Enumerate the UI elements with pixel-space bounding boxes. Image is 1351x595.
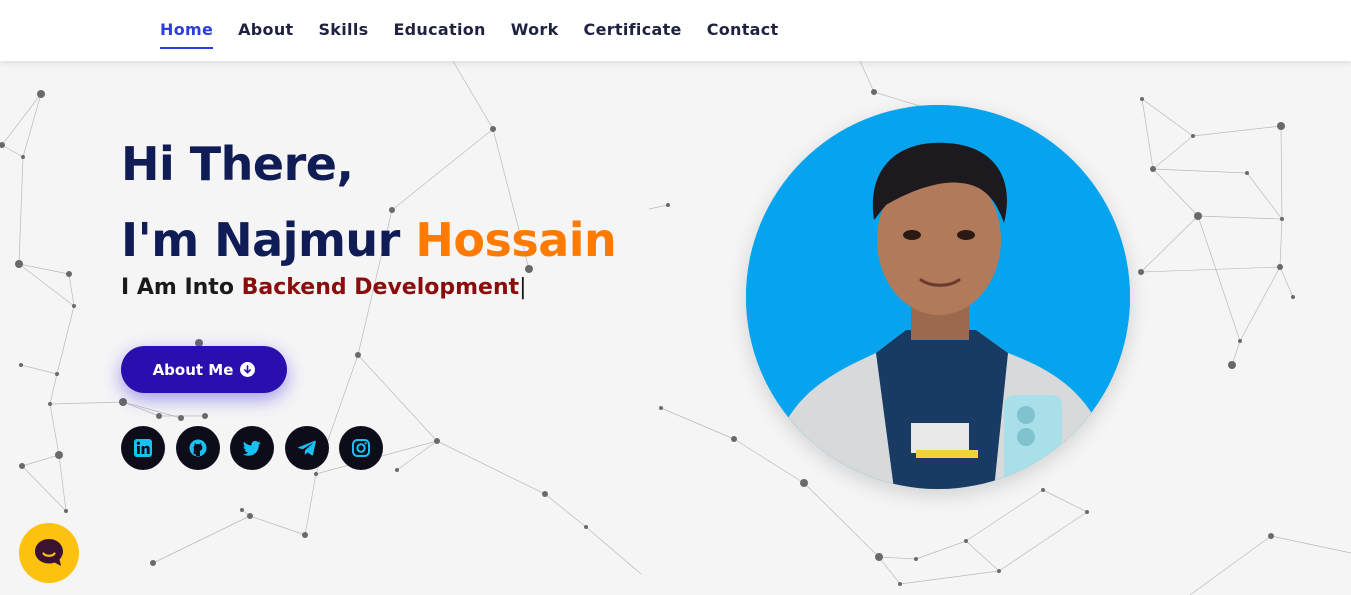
linkedin-icon: [134, 439, 152, 457]
nav-home[interactable]: Home: [160, 20, 214, 49]
nav-work[interactable]: Work: [511, 20, 559, 41]
about-me-label: About Me: [152, 360, 234, 379]
typing-cursor: |: [519, 275, 527, 300]
nav-about[interactable]: About: [238, 20, 293, 41]
chat-widget-button[interactable]: [19, 523, 79, 583]
instagram-link[interactable]: [339, 426, 383, 470]
social-links: [121, 426, 394, 470]
telegram-icon: [297, 440, 316, 456]
chat-icon: [35, 539, 63, 566]
hero-intro-prefix: I'm Najmur: [121, 213, 416, 267]
tagline-role: Backend Development: [241, 275, 520, 300]
profile-illustration: [746, 105, 1130, 489]
nav-contact[interactable]: Contact: [707, 20, 779, 41]
instagram-icon: [352, 439, 370, 457]
profile-photo: [746, 105, 1130, 489]
nav-skills[interactable]: Skills: [318, 20, 368, 41]
nav-links: Home About Skills Education Work Certifi…: [160, 0, 804, 61]
linkedin-link[interactable]: [121, 426, 165, 470]
twitter-link[interactable]: [230, 426, 274, 470]
hero-text-block: Hi There, I'm Najmur Hossain I Am Into B…: [121, 133, 617, 300]
hero-greeting: Hi There,: [121, 137, 354, 191]
telegram-link[interactable]: [284, 426, 329, 470]
hero-intro: I'm Najmur Hossain: [121, 195, 617, 285]
tagline-prefix: I Am Into: [121, 275, 242, 300]
nav-education[interactable]: Education: [393, 20, 485, 41]
top-navbar: Home About Skills Education Work Certifi…: [0, 0, 1351, 61]
github-icon: [189, 439, 206, 457]
about-me-button[interactable]: About Me: [121, 346, 287, 393]
hero-name-highlight: Hossain: [415, 213, 617, 267]
github-link[interactable]: [175, 426, 220, 470]
arrow-down-circle-icon: [240, 362, 256, 377]
nav-certificate[interactable]: Certificate: [584, 20, 682, 41]
twitter-icon: [243, 440, 261, 456]
